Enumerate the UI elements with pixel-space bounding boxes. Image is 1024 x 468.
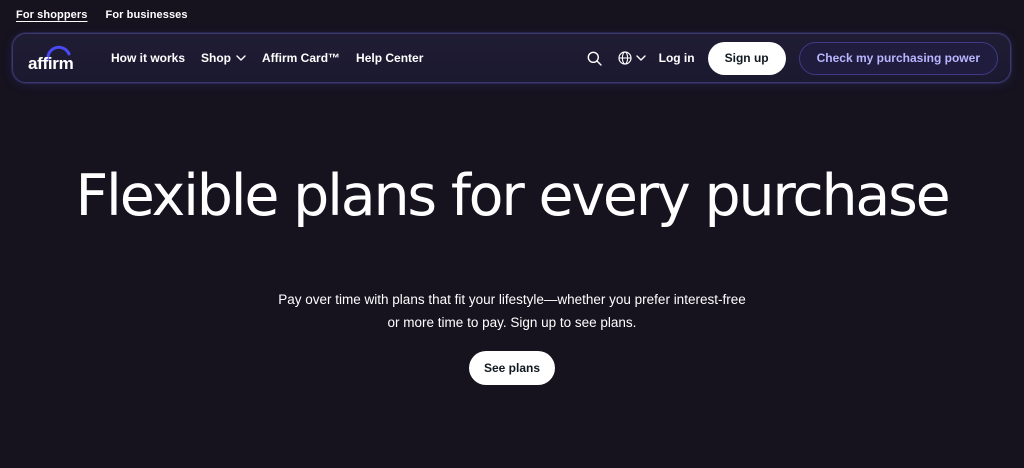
logo-text: affirm (28, 54, 74, 73)
hero-title: Flexible plans for every purchase (75, 163, 950, 229)
affirm-logo[interactable]: affirm (28, 44, 80, 73)
audience-switch: For shoppers For businesses (16, 9, 188, 21)
search-icon (587, 51, 602, 66)
language-selector[interactable] (618, 51, 646, 65)
site-header: affirm How it works Shop Affirm Card™ He… (12, 33, 1011, 83)
globe-icon (618, 51, 632, 65)
nav-shop[interactable]: Shop (201, 51, 246, 65)
nav-shop-label: Shop (201, 51, 232, 65)
hero-subtitle: Pay over time with plans that fit your l… (278, 292, 746, 330)
main-nav: How it works Shop Affirm Card™ Help Cent… (111, 34, 423, 82)
page: For shoppers For businesses affirm How i… (0, 0, 1024, 468)
nav-how-it-works[interactable]: How it works (111, 51, 185, 65)
sign-up-button[interactable]: Sign up (707, 41, 786, 75)
for-businesses-link[interactable]: For businesses (106, 9, 188, 21)
nav-affirm-card[interactable]: Affirm Card™ (262, 51, 340, 65)
nav-help-center[interactable]: Help Center (356, 51, 423, 65)
search-button[interactable] (587, 51, 618, 66)
log-in-link[interactable]: Log in (659, 51, 695, 65)
see-plans-button[interactable]: See plans (469, 351, 555, 385)
chevron-down-icon (236, 55, 246, 61)
for-shoppers-link[interactable]: For shoppers (16, 9, 88, 21)
check-purchasing-power-button[interactable]: Check my purchasing power (798, 41, 998, 75)
header-actions: Log in Sign up Check my purchasing power (587, 34, 998, 82)
chevron-down-icon (635, 55, 646, 61)
